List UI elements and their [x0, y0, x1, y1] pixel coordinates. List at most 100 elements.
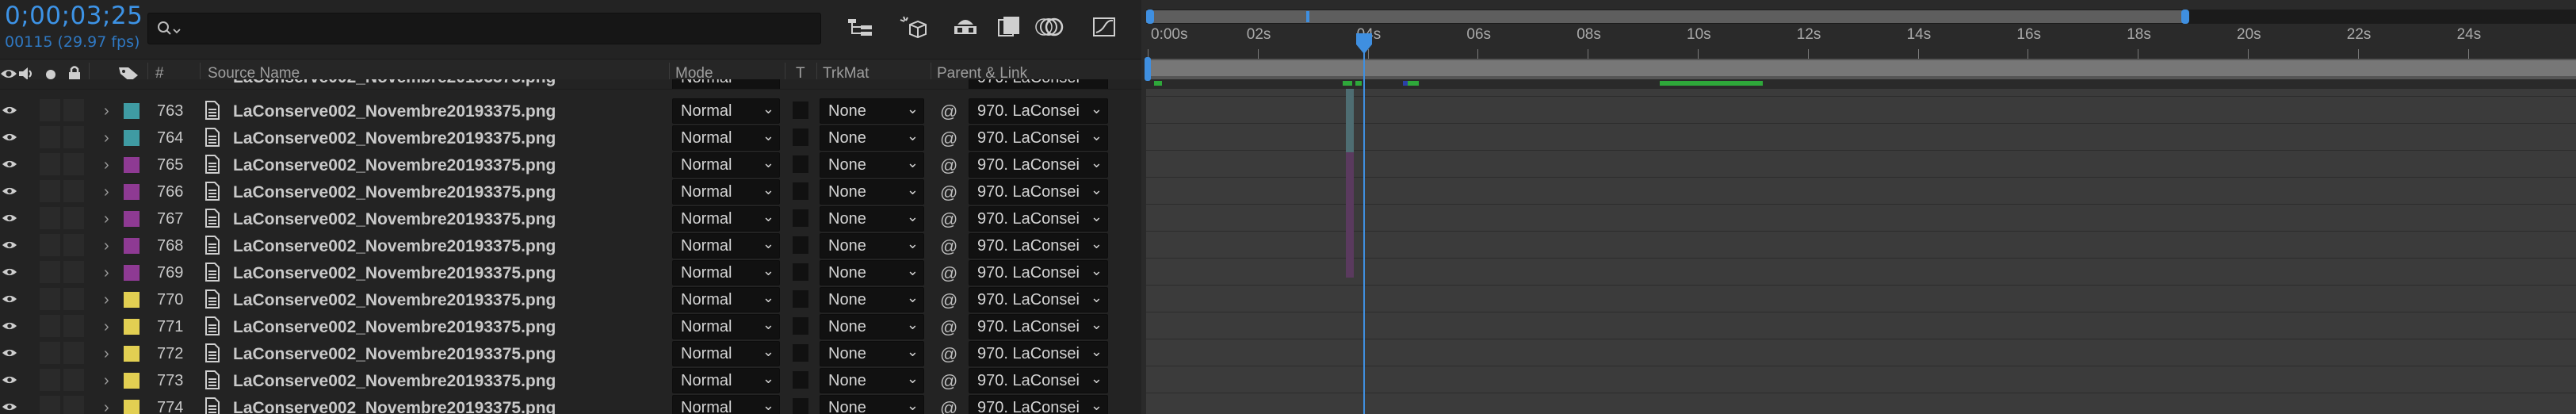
- lock-switch[interactable]: [63, 207, 84, 229]
- solo-switch[interactable]: [40, 369, 60, 391]
- layer-row[interactable]: › 771 LaConserve002_Novembre20193375.png No…: [0, 312, 1141, 340]
- layer-row[interactable]: › 763 LaConserve002_Novembre20193375.png No…: [0, 97, 1141, 125]
- lock-switch[interactable]: [63, 369, 84, 391]
- preserve-transparency-toggle[interactable]: [793, 290, 808, 308]
- layer-source-name[interactable]: LaConserve002_Novembre20193375.png: [233, 210, 556, 229]
- expand-twirl-icon[interactable]: ›: [104, 102, 109, 121]
- label-color-swatch[interactable]: [124, 238, 140, 254]
- expand-twirl-icon[interactable]: ›: [104, 318, 109, 336]
- parent-pick-whip-icon[interactable]: @: [940, 290, 957, 311]
- parent-pick-whip-icon[interactable]: @: [940, 263, 957, 284]
- layer-row[interactable]: › 765 LaConserve002_Novembre20193375.png No…: [0, 151, 1141, 178]
- preserve-transparency-toggle[interactable]: [793, 236, 808, 254]
- layer-source-name[interactable]: LaConserve002_Novembre20193375.png: [233, 345, 556, 364]
- blend-mode-dropdown[interactable]: Normal ⌄: [672, 314, 780, 339]
- navigator-end-handle[interactable]: [2181, 10, 2189, 24]
- expand-twirl-icon[interactable]: ›: [104, 129, 109, 148]
- parent-link-dropdown[interactable]: 970. LaConsei ⌄: [969, 233, 1108, 259]
- layer-row-partial[interactable]: LaConserve002_Novembre20193375.png Norma…: [0, 79, 1141, 90]
- preserve-transparency-toggle[interactable]: [793, 128, 808, 146]
- parent-link-dropdown[interactable]: 970. LaConsei ⌄: [969, 179, 1108, 205]
- layer-row[interactable]: › 766 LaConserve002_Novembre20193375.png No…: [0, 178, 1141, 205]
- preserve-transparency-toggle[interactable]: [793, 371, 808, 389]
- lock-switch[interactable]: [63, 288, 84, 310]
- parent-link-dropdown[interactable]: 970. LaConsei ⌄: [969, 395, 1108, 414]
- lock-switch[interactable]: [63, 180, 84, 202]
- solo-switch[interactable]: [40, 180, 60, 202]
- video-visibility-icon[interactable]: [2, 266, 17, 278]
- track-matte-dropdown[interactable]: None ⌄: [820, 125, 924, 151]
- work-area-start-handle[interactable]: [1145, 57, 1151, 81]
- parent-link-dropdown[interactable]: 970. LaConsei ⌄: [969, 314, 1108, 339]
- parent-dropdown[interactable]: 970. LaConser: [969, 79, 1108, 89]
- preserve-transparency-toggle[interactable]: [793, 317, 808, 335]
- track-matte-dropdown[interactable]: None ⌄: [820, 179, 924, 205]
- preserve-transparency-toggle[interactable]: [793, 102, 808, 119]
- track-matte-dropdown[interactable]: None ⌄: [820, 341, 924, 366]
- layer-row[interactable]: › 772 LaConserve002_Novembre20193375.png No…: [0, 339, 1141, 367]
- lock-switch[interactable]: [63, 153, 84, 175]
- solo-switch[interactable]: [40, 261, 60, 283]
- solo-switch[interactable]: [40, 396, 60, 414]
- parent-link-dropdown[interactable]: 970. LaConsei ⌄: [969, 287, 1108, 312]
- preserve-transparency-toggle[interactable]: [793, 344, 808, 362]
- preserve-transparency-toggle[interactable]: [793, 155, 808, 173]
- parent-link-dropdown[interactable]: 970. LaConsei ⌄: [969, 206, 1108, 232]
- layer-duration-bar-purple[interactable]: [1346, 152, 1354, 278]
- video-visibility-icon[interactable]: [2, 347, 17, 359]
- mode-dropdown[interactable]: Normal: [672, 79, 780, 89]
- track-matte-dropdown[interactable]: None ⌄: [820, 260, 924, 286]
- label-color-swatch[interactable]: [124, 346, 140, 362]
- label-color-swatch[interactable]: [124, 400, 140, 414]
- lock-switch[interactable]: [63, 396, 84, 414]
- blend-mode-dropdown[interactable]: Normal ⌄: [672, 368, 780, 393]
- parent-pick-whip-icon[interactable]: @: [940, 236, 957, 257]
- graph-editor-icon[interactable]: [1087, 11, 1122, 43]
- navigator-start-handle[interactable]: [1146, 10, 1154, 24]
- parent-link-dropdown[interactable]: 970. LaConsei ⌄: [969, 125, 1108, 151]
- lock-switch[interactable]: [63, 261, 84, 283]
- label-color-swatch[interactable]: [124, 130, 140, 146]
- layer-row[interactable]: › 764 LaConserve002_Novembre20193375.png No…: [0, 124, 1141, 151]
- preserve-transparency-toggle[interactable]: [793, 182, 808, 200]
- layer-row[interactable]: › 774 LaConserve002_Novembre20193375.png No…: [0, 393, 1141, 414]
- parent-link-dropdown[interactable]: 970. LaConsei ⌄: [969, 260, 1108, 286]
- draft-3d-icon[interactable]: [896, 11, 931, 43]
- layer-row[interactable]: › 769 LaConserve002_Novembre20193375.png No…: [0, 259, 1141, 286]
- track-matte-dropdown[interactable]: None ⌄: [820, 314, 924, 339]
- blend-mode-dropdown[interactable]: Normal ⌄: [672, 287, 780, 312]
- video-visibility-icon[interactable]: [2, 158, 17, 171]
- motion-blur-icon[interactable]: [1034, 11, 1068, 43]
- layer-source-name[interactable]: LaConserve002_Novembre20193375.png: [233, 399, 556, 414]
- layer-bar-segment[interactable]: [1154, 81, 1162, 86]
- solo-switch[interactable]: [40, 315, 60, 337]
- solo-switch[interactable]: [40, 342, 60, 364]
- expand-twirl-icon[interactable]: ›: [104, 399, 109, 414]
- layer-source-name[interactable]: LaConserve002_Novembre20193375.png: [233, 102, 556, 121]
- layer-row[interactable]: › 773 LaConserve002_Novembre20193375.png No…: [0, 366, 1141, 394]
- layer-row[interactable]: › 770 LaConserve002_Novembre20193375.png No…: [0, 286, 1141, 313]
- video-visibility-icon[interactable]: [2, 401, 17, 413]
- frame-blending-icon[interactable]: [992, 11, 1027, 43]
- layer-duration-bar-teal[interactable]: [1346, 89, 1354, 152]
- hide-shy-layers-icon[interactable]: [948, 11, 983, 43]
- track-matte-dropdown[interactable]: None ⌄: [820, 152, 924, 178]
- layer-source-name[interactable]: LaConserve002_Novembre20193375.png: [233, 264, 556, 283]
- video-visibility-icon[interactable]: [2, 293, 17, 305]
- blend-mode-dropdown[interactable]: Normal ⌄: [672, 179, 780, 205]
- layer-bar-segment[interactable]: [1355, 81, 1362, 86]
- blend-mode-dropdown[interactable]: Normal ⌄: [672, 260, 780, 286]
- label-color-swatch[interactable]: [124, 265, 140, 281]
- expand-twirl-icon[interactable]: ›: [104, 345, 109, 363]
- parent-pick-whip-icon[interactable]: @: [940, 102, 957, 122]
- label-color-swatch[interactable]: [124, 184, 140, 200]
- video-visibility-icon[interactable]: [2, 185, 17, 197]
- solo-switch[interactable]: [40, 153, 60, 175]
- current-time-indicator-head[interactable]: [1355, 32, 1374, 59]
- preserve-transparency-toggle[interactable]: [793, 209, 808, 227]
- parent-link-dropdown[interactable]: 970. LaConsei ⌄: [969, 152, 1108, 178]
- label-color-swatch[interactable]: [124, 211, 140, 227]
- parent-link-dropdown[interactable]: 970. LaConsei ⌄: [969, 98, 1108, 124]
- track-matte-dropdown[interactable]: None ⌄: [820, 233, 924, 259]
- time-navigator-range[interactable]: [1146, 10, 2184, 23]
